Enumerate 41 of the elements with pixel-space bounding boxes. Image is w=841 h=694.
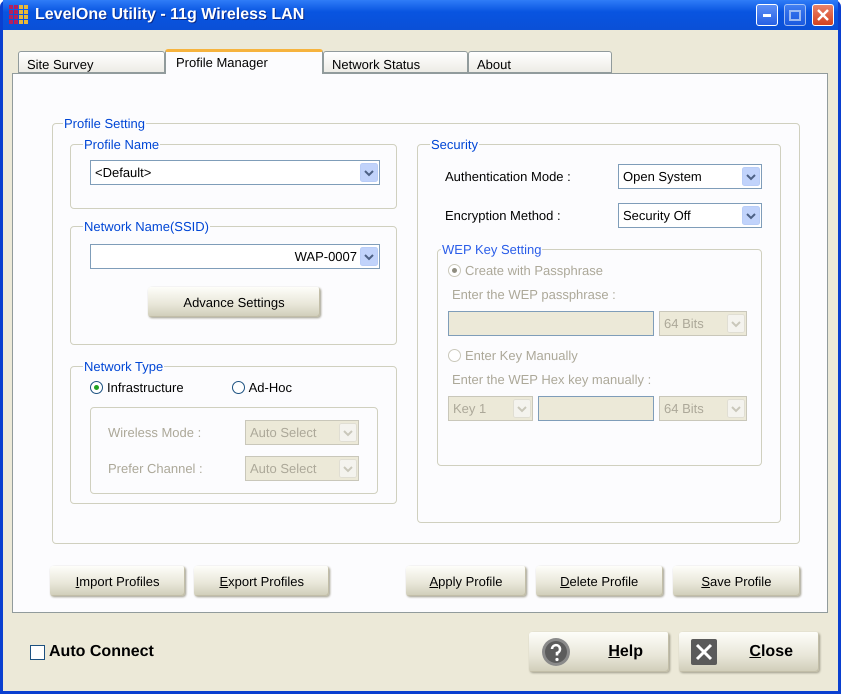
field-label: Wireless Mode : — [108, 425, 202, 440]
dropdown[interactable]: Open System — [618, 164, 762, 189]
group-title: WEP Key Setting — [441, 242, 542, 257]
tab[interactable]: Network Status — [323, 51, 468, 73]
radio-button[interactable]: Ad-Hoc — [232, 380, 292, 395]
profile-button[interactable]: Import Profiles — [50, 566, 186, 596]
maximize-button[interactable] — [784, 4, 806, 26]
app-icon — [9, 5, 29, 25]
profile-button[interactable]: Save Profile — [672, 566, 800, 596]
group-title: Network Name(SSID) — [83, 219, 210, 234]
minimize-icon — [763, 14, 771, 16]
group-title: Profile Setting — [63, 116, 146, 131]
radio-button[interactable]: Infrastructure — [90, 380, 184, 395]
advance-settings-button[interactable]: Advance Settings — [148, 287, 320, 317]
field-label: Enter the WEP passphrase : — [451, 287, 617, 302]
group-title: Network Type — [83, 359, 164, 374]
ssid-dropdown[interactable]: WAP-0007 — [90, 244, 380, 269]
profile-button[interactable]: Export Profiles — [194, 566, 330, 596]
dropdown[interactable]: Security Off — [618, 203, 762, 228]
tab[interactable]: About — [468, 51, 612, 73]
help-icon — [541, 637, 571, 667]
group-title: Security — [430, 137, 479, 152]
help-button[interactable]: Help — [529, 632, 669, 672]
maximize-icon — [789, 10, 801, 20]
profile-dropdown[interactable]: <Default> — [90, 160, 380, 185]
profile-button[interactable]: Delete Profile — [536, 566, 663, 596]
group-title: Profile Name — [83, 137, 160, 152]
field-label: Prefer Channel : — [108, 461, 203, 476]
field-label: Authentication Mode : — [445, 169, 571, 184]
close-button[interactable]: Close — [679, 632, 819, 672]
field-label: Encryption Method : — [445, 208, 561, 223]
close-icon — [691, 639, 717, 665]
field-label: Enter the WEP Hex key manually : — [451, 372, 652, 387]
tab[interactable]: Site Survey — [18, 51, 165, 73]
window-title: LevelOne Utility - 11g Wireless LAN — [35, 6, 306, 24]
close-button[interactable] — [812, 4, 834, 26]
checkbox[interactable]: Auto Connect — [30, 643, 519, 661]
tab[interactable]: Profile Manager — [165, 49, 323, 74]
profile-button[interactable]: Apply Profile — [406, 566, 526, 596]
close-icon — [817, 9, 829, 21]
minimize-button[interactable] — [756, 4, 778, 26]
